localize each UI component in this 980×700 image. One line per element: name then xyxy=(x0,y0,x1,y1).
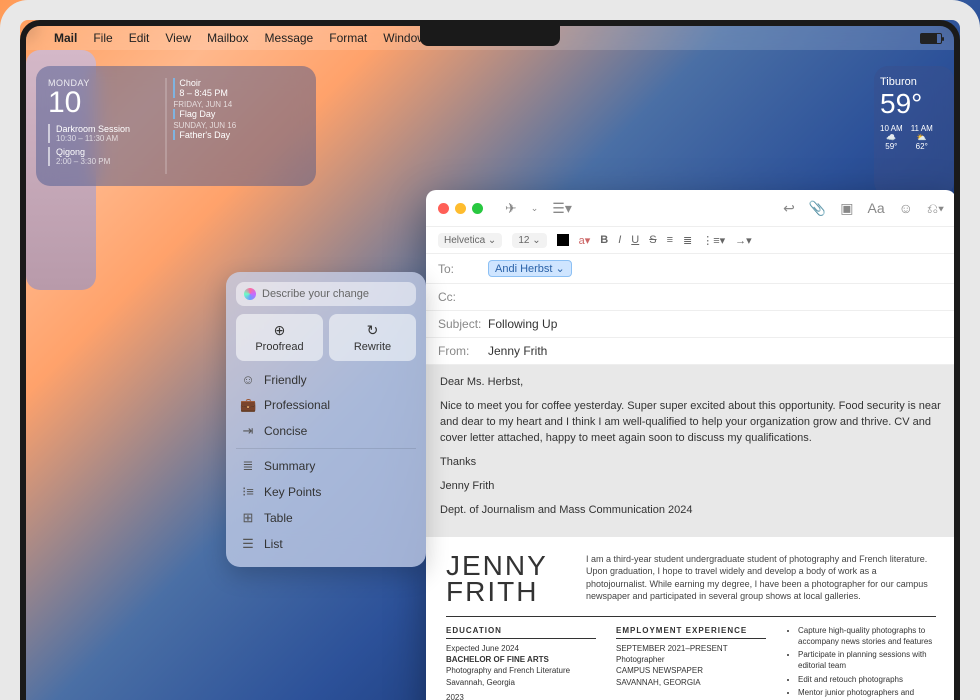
resume-employment: EMPLOYMENT EXPERIENCE SEPTEMBER 2021–PRE… xyxy=(616,625,766,700)
list-icon: ☰ xyxy=(240,536,256,552)
text-style-icon[interactable]: a▾ xyxy=(579,234,591,247)
to-field[interactable]: To: Andi Herbst ⌄ xyxy=(426,254,956,284)
menu-edit[interactable]: Edit xyxy=(129,31,150,45)
smile-icon: ☺ xyxy=(240,372,256,387)
calendar-section-date: FRIDAY, JUN 14 xyxy=(173,100,304,109)
calendar-event: Father's Day xyxy=(173,130,304,140)
send-icon[interactable]: ✈︎ xyxy=(505,200,517,217)
app-menu[interactable]: Mail xyxy=(54,31,77,45)
laptop-notch xyxy=(420,26,560,46)
writing-tools-popover: Describe your change ⊕ Proofread ↻ Rewri… xyxy=(226,272,426,567)
cc-field[interactable]: Cc: xyxy=(426,284,956,311)
resume-bio: I am a third-year student undergraduate … xyxy=(586,553,936,606)
minimize-button[interactable] xyxy=(455,203,466,214)
zoom-button[interactable] xyxy=(472,203,483,214)
calendar-date: 10 xyxy=(48,88,161,118)
strike-button[interactable]: S xyxy=(649,234,656,246)
magnify-icon: ⊕ xyxy=(240,322,319,339)
indent-icon[interactable]: →▾ xyxy=(735,234,752,247)
tone-friendly[interactable]: ☺Friendly xyxy=(236,367,416,392)
weather-hour: 10 AM ☁️ 59° xyxy=(880,124,903,151)
format-bar: Helvetica ⌄ 12 ⌄ a▾ B I U S ≡ ≣ ⋮≡▾ →▾ xyxy=(426,226,956,254)
body-greeting: Dear Ms. Herbst, xyxy=(440,375,942,391)
weather-location: Tiburon xyxy=(880,76,948,88)
keypoints-icon: ⁝≡ xyxy=(240,484,256,500)
rewrite-button[interactable]: ↻ Rewrite xyxy=(329,314,416,361)
format-icon[interactable]: Aa xyxy=(867,200,884,216)
briefcase-icon: 💼 xyxy=(240,397,256,413)
battery-icon[interactable] xyxy=(920,33,942,44)
rewrite-icon: ↻ xyxy=(333,322,412,339)
body-signature: Dept. of Journalism and Mass Communicati… xyxy=(440,503,942,519)
subject-field[interactable]: Subject: Following Up xyxy=(426,311,956,338)
tone-professional[interactable]: 💼Professional xyxy=(236,392,416,418)
summary-icon: ≣ xyxy=(240,458,256,474)
menu-mailbox[interactable]: Mailbox xyxy=(207,31,248,45)
resume-attachment: JENNY FRITH I am a third-year student un… xyxy=(426,537,956,700)
weather-widget[interactable]: Tiburon 59° 10 AM ☁️ 59° 11 AM ⛅ 62° xyxy=(874,66,954,196)
header-fields-icon[interactable]: ☰▾ xyxy=(552,200,572,217)
table-icon: ⊞ xyxy=(240,510,256,526)
calendar-event: Choir 8 – 8:45 PM xyxy=(173,78,304,98)
describe-change-input[interactable]: Describe your change xyxy=(236,282,416,306)
italic-button[interactable]: I xyxy=(618,234,621,246)
close-button[interactable] xyxy=(438,203,449,214)
intelligence-icon xyxy=(244,288,256,300)
tone-concise[interactable]: ⇥Concise xyxy=(236,418,416,444)
mail-compose-window: ✈︎ ⌄ ☰▾ ↩︎ 📎 ▣ Aa ☺ ⎌▾ Helvetica ⌄ 12 ⌄ … xyxy=(426,190,956,700)
weather-temp: 59° xyxy=(880,88,948,120)
chevron-down-icon[interactable]: ⌄ xyxy=(531,203,539,214)
attach-icon[interactable]: 📎 xyxy=(809,200,826,217)
transform-keypoints[interactable]: ⁝≡Key Points xyxy=(236,479,416,505)
transform-table[interactable]: ⊞Table xyxy=(236,505,416,531)
menu-file[interactable]: File xyxy=(93,31,112,45)
calendar-widget[interactable]: MONDAY 10 Darkroom Session 10:30 – 11:30… xyxy=(36,66,316,186)
calendar-event: Darkroom Session 10:30 – 11:30 AM xyxy=(48,124,161,143)
calendar-event: Flag Day xyxy=(173,109,304,119)
menu-view[interactable]: View xyxy=(165,31,191,45)
proofread-button[interactable]: ⊕ Proofread xyxy=(236,314,323,361)
reply-icon[interactable]: ↩︎ xyxy=(783,200,795,217)
arrows-in-icon: ⇥ xyxy=(240,423,256,439)
calendar-section-date: SUNDAY, JUN 16 xyxy=(173,121,304,130)
message-body[interactable]: Dear Ms. Herbst, Nice to meet you for co… xyxy=(426,365,956,700)
photo-icon[interactable]: ▣ xyxy=(840,200,853,217)
underline-button[interactable]: U xyxy=(631,234,639,246)
emoji-icon[interactable]: ☺ xyxy=(899,200,913,216)
transform-list[interactable]: ☰List xyxy=(236,531,416,557)
markup-icon[interactable]: ⎌▾ xyxy=(927,200,944,217)
body-signature: Jenny Frith xyxy=(440,479,942,495)
transform-summary[interactable]: ≣Summary xyxy=(236,453,416,479)
from-field[interactable]: From: Jenny Frith xyxy=(426,338,956,365)
font-select[interactable]: Helvetica ⌄ xyxy=(438,233,502,248)
recipient-pill[interactable]: Andi Herbst ⌄ xyxy=(488,260,572,277)
menu-format[interactable]: Format xyxy=(329,31,367,45)
bold-button[interactable]: B xyxy=(600,234,608,246)
calendar-event: Qigong 2:00 – 3:30 PM xyxy=(48,147,161,166)
body-paragraph: Nice to meet you for coffee yesterday. S… xyxy=(440,399,942,447)
window-titlebar[interactable]: ✈︎ ⌄ ☰▾ ↩︎ 📎 ▣ Aa ☺ ⎌▾ xyxy=(426,190,956,226)
resume-bullets: Capture high-quality photographs to acco… xyxy=(786,625,936,700)
text-color-icon[interactable] xyxy=(557,234,569,246)
body-thanks: Thanks xyxy=(440,455,942,471)
calendar-day-label: MONDAY xyxy=(48,78,161,88)
menu-message[interactable]: Message xyxy=(265,31,314,45)
align-left-icon[interactable]: ≡ xyxy=(667,234,673,246)
resume-name: JENNY FRITH xyxy=(446,553,566,606)
fontsize-select[interactable]: 12 ⌄ xyxy=(512,233,546,248)
list-icon[interactable]: ⋮≡▾ xyxy=(702,234,725,247)
weather-hour: 11 AM ⛅ 62° xyxy=(911,124,933,151)
resume-education: EDUCATION Expected June 2024 BACHELOR OF… xyxy=(446,625,596,700)
align-center-icon[interactable]: ≣ xyxy=(683,234,692,247)
